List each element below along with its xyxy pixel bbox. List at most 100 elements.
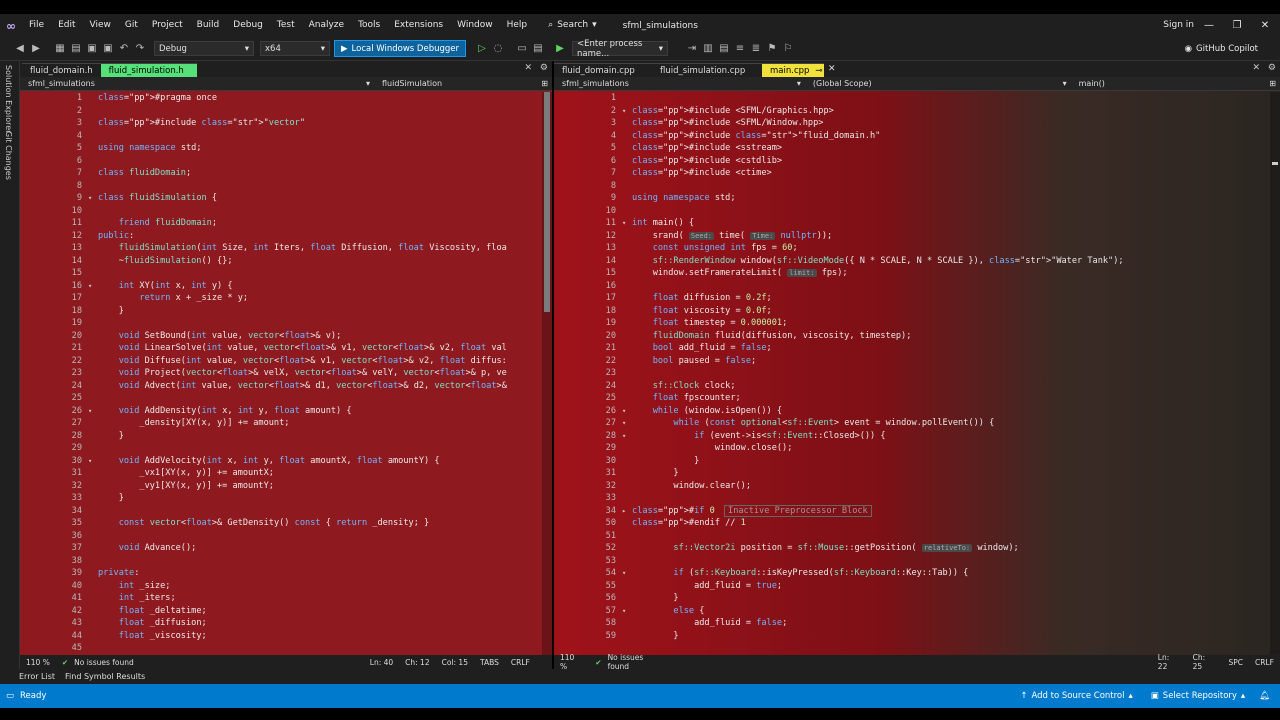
code-line[interactable]: 5 class="pp">#include <sstream> — [554, 142, 1270, 155]
code-line[interactable]: 19 float timestep = 0.000001; — [554, 317, 1270, 330]
code-line[interactable]: 37 void Advance(); — [20, 542, 542, 555]
code-line[interactable]: 29 window.close(); — [554, 442, 1270, 455]
folder-icon[interactable]: ▭ — [514, 43, 530, 54]
new-project-icon[interactable]: ▦ — [52, 43, 68, 54]
process-dropdown[interactable]: <Enter process name... ▾ — [572, 39, 668, 59]
code-line[interactable]: 2 — [20, 105, 542, 118]
code-line[interactable]: 17 float diffusion = 0.2f; — [554, 292, 1270, 305]
code-line[interactable]: 57 ▾ else { — [554, 605, 1270, 618]
project-dropdown[interactable]: sfml_simulations — [22, 79, 108, 88]
code-line[interactable]: 51 — [554, 530, 1270, 543]
code-line[interactable]: 30 ▾ void AddVelocity(int x, int y, float… — [20, 455, 542, 468]
menu-item-build[interactable]: Build — [190, 14, 227, 37]
tab-fluid-simulation-cpp[interactable]: fluid_simulation.cpp — [652, 63, 762, 77]
format-icon[interactable]: ▤ — [716, 43, 732, 54]
code-line[interactable]: 8 — [554, 180, 1270, 193]
code-line[interactable]: 9 ▾ class fluidSimulation { — [20, 192, 542, 205]
code-line[interactable]: 22 void Diffuse(int value, vector<float>… — [20, 355, 542, 368]
solution-explorer-tab[interactable]: Solution Explorer — [4, 65, 13, 133]
code-line[interactable]: 54 ▾ if (sf::Keyboard::isKeyPressed(sf::K… — [554, 567, 1270, 580]
fold-icon[interactable]: ▾ — [622, 567, 630, 580]
code-line[interactable]: 10 — [20, 205, 542, 218]
code-line[interactable]: 9 using namespace std; — [554, 192, 1270, 205]
code-line[interactable]: 22 bool paused = false; — [554, 355, 1270, 368]
zoom-level[interactable]: 110 % — [554, 653, 589, 669]
code-line[interactable]: 31 } — [554, 467, 1270, 480]
scope-dropdown[interactable]: fluidSimulation — [376, 79, 448, 88]
code-line[interactable]: 1 class="pp">#pragma once — [20, 92, 542, 105]
close-icon[interactable]: ✕ — [828, 64, 836, 74]
restore-icon[interactable]: ❐ — [1222, 14, 1252, 37]
line-ending[interactable]: CRLF — [505, 658, 536, 667]
uncomment-icon[interactable]: ≣ — [748, 43, 764, 54]
menu-item-file[interactable]: File — [22, 14, 51, 37]
code-line[interactable]: 56 } — [554, 592, 1270, 605]
toggle-icon[interactable]: ▥ — [700, 43, 716, 54]
tab-find-symbol-results[interactable]: Find Symbol Results — [60, 672, 150, 681]
code-line[interactable]: 3 class="pp">#include <SFML/Window.hpp> — [554, 117, 1270, 130]
code-line[interactable]: 20 void SetBound(int value, vector<float… — [20, 330, 542, 343]
menu-item-analyze[interactable]: Analyze — [302, 14, 351, 37]
fold-icon[interactable]: ▾ — [622, 405, 630, 418]
tab-fluid-simulation-h[interactable]: fluid_simulation.h — [100, 63, 197, 77]
code-line[interactable]: 13 const unsigned int fps = 60; — [554, 242, 1270, 255]
code-line[interactable]: 12 srand( Seed: time( Time: nullptr)); — [554, 230, 1270, 243]
issues-status[interactable]: No issues found — [608, 653, 666, 669]
redo-icon[interactable]: ↷ — [132, 43, 148, 54]
play-icon[interactable]: ▶ — [552, 43, 568, 54]
menu-item-tools[interactable]: Tools — [351, 14, 387, 37]
bookmark-prev-icon[interactable]: ⚐ — [780, 43, 796, 54]
menu-item-debug[interactable]: Debug — [226, 14, 270, 37]
code-line[interactable]: 12 public: — [20, 230, 542, 243]
open-folder-icon[interactable]: ▤ — [68, 43, 84, 54]
code-line[interactable]: 24 void Advect(int value, vector<float>&… — [20, 380, 542, 393]
save-icon[interactable]: ▣ — [84, 43, 100, 54]
fold-icon[interactable]: ▾ — [622, 605, 630, 618]
close-icon[interactable]: ✕ — [1252, 63, 1260, 73]
menu-item-help[interactable]: Help — [500, 14, 535, 37]
code-line[interactable]: 41 int _iters; — [20, 592, 542, 605]
search-button[interactable]: ⌕ Search ▾ — [540, 14, 605, 37]
code-line[interactable]: 20 fluidDomain fluid(diffusion, viscosit… — [554, 330, 1270, 343]
code-line[interactable]: 58 add_fluid = false; — [554, 617, 1270, 630]
save-all-icon[interactable]: ▣ — [100, 43, 116, 54]
split-icon[interactable]: ⊞ — [541, 79, 548, 88]
code-line[interactable]: 38 — [20, 555, 542, 568]
code-line[interactable]: 44 float _viscosity; — [20, 630, 542, 643]
fold-icon[interactable]: ▾ — [622, 105, 630, 118]
gear-icon[interactable]: ⚙ — [1268, 63, 1276, 73]
menu-item-test[interactable]: Test — [270, 14, 302, 37]
code-line[interactable]: 7 class="pp">#include <ctime> — [554, 167, 1270, 180]
tab-fluid-domain-h[interactable]: fluid_domain.h — [22, 63, 101, 77]
code-line[interactable]: 21 bool add_fluid = false; — [554, 342, 1270, 355]
configuration-dropdown[interactable]: Debug ▾ — [154, 41, 254, 56]
platform-dropdown[interactable]: x64 ▾ — [260, 41, 330, 56]
close-icon[interactable]: ✕ — [1250, 14, 1280, 37]
left-vertical-scrollbar[interactable] — [542, 92, 552, 659]
split-icon[interactable]: ⊞ — [1269, 79, 1276, 88]
code-line[interactable]: 34 ▸ class="pp">#if 0 Inactive Preprocesso… — [554, 504, 1270, 518]
fold-icon[interactable]: ▸ — [622, 505, 630, 518]
select-repository-button[interactable]: Select Repository — [1163, 691, 1237, 701]
code-line[interactable]: 14 ~fluidSimulation() {}; — [20, 255, 542, 268]
code-line[interactable]: 32 window.clear(); — [554, 480, 1270, 493]
code-line[interactable]: 2 ▾ class="pp">#include <SFML/Graphics.hpp… — [554, 105, 1270, 118]
code-line[interactable]: 17 return x + _size * y; — [20, 292, 542, 305]
code-line[interactable]: 55 add_fluid = true; — [554, 580, 1270, 593]
menu-item-view[interactable]: View — [83, 14, 118, 37]
code-line[interactable]: 31 _vx1[XY(x, y)] += amountX; — [20, 467, 542, 480]
forward-icon[interactable]: ▶ — [28, 43, 44, 54]
add-to-source-control-button[interactable]: Add to Source Control — [1031, 691, 1124, 701]
issues-status[interactable]: No issues found — [74, 658, 134, 667]
right-code-editor[interactable]: 1 2 ▾ class="pp">#include <SFML/Graphics.hp… — [554, 92, 1270, 659]
comment-icon[interactable]: ≡ — [732, 43, 748, 54]
github-copilot-button[interactable]: ◉ GitHub Copilot — [1185, 37, 1258, 61]
code-line[interactable]: 13 fluidSimulation(int Size, int Iters, … — [20, 242, 542, 255]
attach-icon[interactable]: ◌ — [490, 43, 506, 54]
line-ending[interactable]: CRLF — [1249, 658, 1280, 667]
code-line[interactable]: 29 — [20, 442, 542, 455]
chevron-down-icon[interactable]: ▾ — [1063, 79, 1067, 88]
fold-icon[interactable]: ▾ — [88, 192, 96, 205]
step-icon[interactable]: ⇥ — [684, 43, 700, 54]
code-line[interactable]: 15 window.setFramerateLimit( limit: fps)… — [554, 267, 1270, 280]
